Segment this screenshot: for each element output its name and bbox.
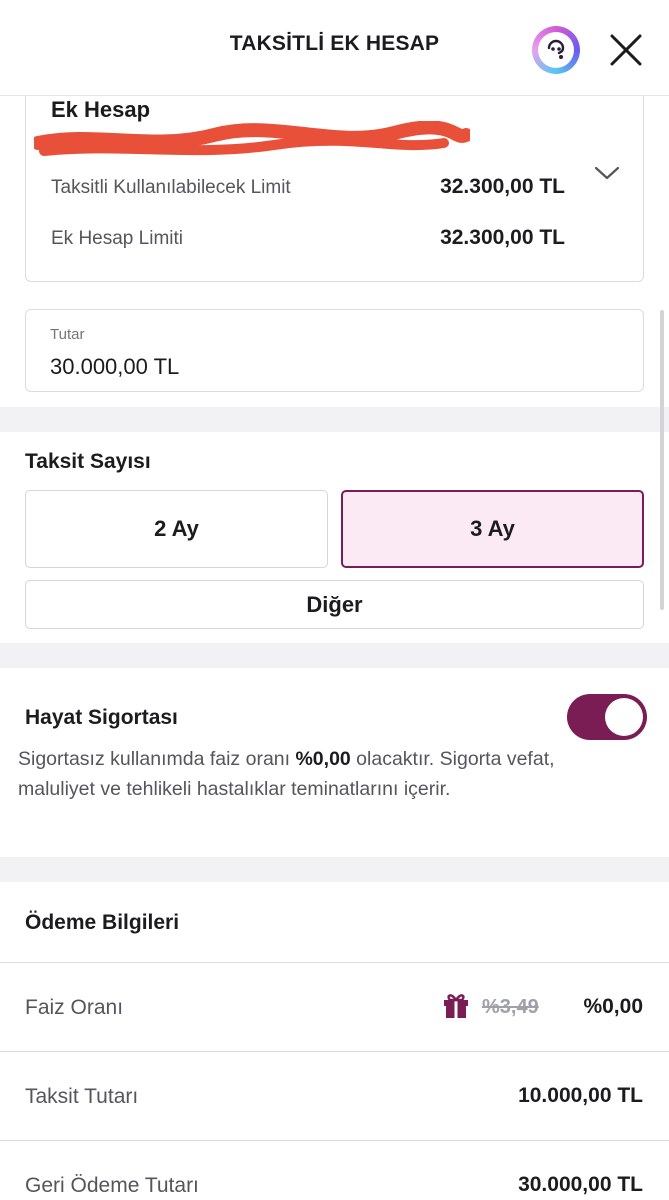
amount-field[interactable]: Tutar [25,309,644,392]
interest-rate-value: %0,00 [583,995,643,1018]
divider [0,1140,669,1141]
repayment-amount-value: 30.000,00 TL [518,1173,643,1196]
account-name: Ek Hesap [51,97,151,122]
chevron-down-icon[interactable] [592,163,622,183]
divider [0,962,669,963]
insurance-title: Hayat Sigortası [25,706,178,729]
installment-option-2[interactable]: 2 Ay [25,490,328,568]
installment-amount-value: 10.000,00 TL [518,1084,643,1107]
gift-icon [444,994,468,1018]
installment-option-other[interactable]: Diğer [25,580,644,629]
app-header: TAKSİTLİ EK HESAP [0,0,669,96]
toggle-knob [605,698,643,736]
available-limit-label: Taksitli Kullanılabilecek Limit [51,177,291,198]
repayment-amount-label: Geri Ödeme Tutarı [25,1174,199,1197]
insurance-toggle[interactable] [567,694,647,740]
old-interest-rate: %3,49 [482,996,539,1018]
amount-input[interactable] [50,354,610,380]
scrollbar[interactable] [660,310,664,610]
installment-title: Taksit Sayısı [25,450,151,473]
close-icon[interactable] [604,28,648,72]
no-insurance-rate: %0,00 [295,748,351,770]
installment-amount-label: Taksit Tutarı [25,1085,139,1108]
assistant-chat-icon[interactable] [532,26,580,74]
insurance-description: Sigortasız kullanımda faiz oranı %0,00 o… [18,748,555,800]
available-limit-value: 32.300,00 TL [440,175,565,198]
page: TAKSİTLİ EK HESAP Ek Hesap Taksitli Kull… [0,0,669,1200]
account-select-card[interactable]: Ek Hesap Taksitli Kullanılabilecek Limit… [25,70,644,282]
overdraft-limit-label: Ek Hesap Limiti [51,228,183,249]
amount-label: Tutar [50,326,85,343]
payment-title: Ödeme Bilgileri [25,911,180,934]
overdraft-limit-value: 32.300,00 TL [440,226,565,249]
divider [0,1051,669,1052]
interest-rate-label: Faiz Oranı [25,996,124,1019]
installment-option-3[interactable]: 3 Ay [341,490,644,568]
redaction-mark [34,121,470,156]
